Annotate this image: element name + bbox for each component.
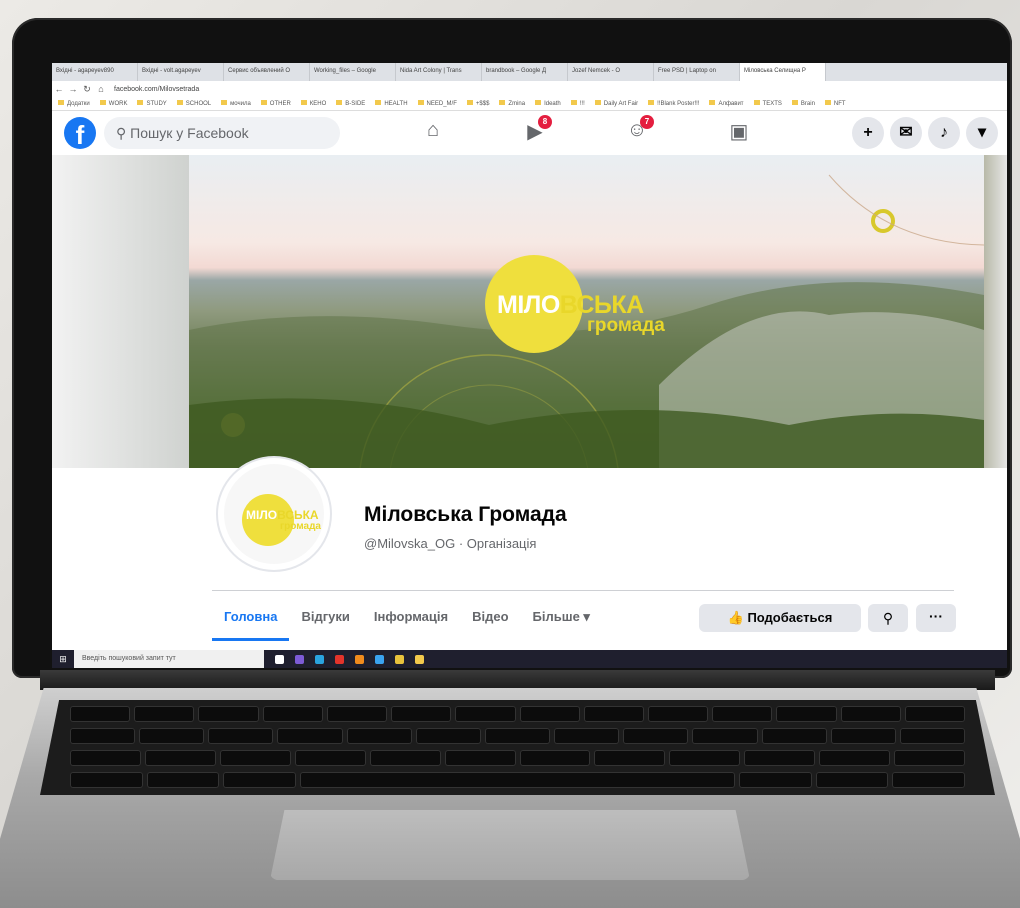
- illustrator-icon[interactable]: [355, 654, 364, 664]
- browser-tab[interactable]: Working_files – Google: [310, 63, 396, 81]
- avatar[interactable]: МІЛОВСЬКА громада: [218, 458, 330, 570]
- reload-icon[interactable]: ↻: [80, 84, 94, 95]
- facebook-header: f ⚲ Пошук у Facebook ⌂ ▶ 8 ☺ 7 ▣ + ✉ ♪ ▾: [52, 111, 1007, 156]
- browser-tab[interactable]: brandbook – Google Д: [482, 63, 568, 81]
- home-icon[interactable]: ⌂: [94, 84, 108, 94]
- avatar-inner: МІЛОВСЬКА громада: [224, 464, 324, 564]
- bookmark[interactable]: !!Blank Poster!!!: [648, 100, 699, 107]
- back-icon[interactable]: ←: [52, 84, 66, 94]
- browser-tab[interactable]: Nida Art Colony | Trans: [396, 63, 482, 81]
- bookmark[interactable]: TEXTS: [754, 100, 782, 107]
- browser-tab-strip: Вхідні - agapeyev890 Вхідні - volt.agape…: [52, 63, 1007, 81]
- facebook-search-input[interactable]: ⚲ Пошук у Facebook: [104, 117, 340, 149]
- laptop-hinge: [40, 670, 995, 690]
- cover-photo[interactable]: МІЛОВСЬКА громада: [189, 155, 984, 468]
- address-bar: ← → ↻ ⌂ facebook.com/Milovsetrada: [52, 81, 1007, 97]
- task-view-icon[interactable]: [275, 654, 284, 664]
- avatar-logo-sub: громада: [280, 521, 321, 532]
- tab-home[interactable]: Головна: [212, 591, 290, 641]
- bookmark[interactable]: SCHOOL: [177, 100, 211, 107]
- url-field[interactable]: facebook.com/Milovsetrada: [114, 86, 199, 93]
- bookmark[interactable]: Ideath: [535, 100, 561, 107]
- viber-icon[interactable]: [295, 654, 304, 664]
- like-button[interactable]: 👍 Подобається: [699, 604, 861, 632]
- windows-start-icon[interactable]: ⊞: [52, 654, 74, 665]
- create-icon[interactable]: +: [852, 117, 884, 149]
- like-button-label: Подобається: [747, 610, 833, 625]
- bookmark[interactable]: +$$$: [467, 100, 490, 107]
- keyboard-row: [40, 772, 995, 788]
- avatar-logo-part1: МІЛО: [246, 508, 278, 522]
- page-search-button[interactable]: ⚲: [868, 604, 908, 632]
- bookmark[interactable]: !!!: [571, 100, 585, 107]
- bookmark[interactable]: WORK: [100, 100, 128, 107]
- bookmark[interactable]: STUDY: [137, 100, 166, 107]
- watch-icon[interactable]: ▶ 8: [520, 115, 552, 145]
- search-icon: ⚲: [116, 125, 127, 141]
- bookmark[interactable]: NEED_M/F: [418, 100, 457, 107]
- bookmark[interactable]: HEALTH: [375, 100, 407, 107]
- taskbar-search-input[interactable]: Введіть пошуковий запит тут: [74, 650, 264, 668]
- folder-icon[interactable]: [415, 654, 424, 664]
- groups-icon[interactable]: ☺ 7: [622, 115, 654, 145]
- browser-tab[interactable]: Сервис объявлений О: [224, 63, 310, 81]
- forward-icon[interactable]: →: [66, 84, 80, 94]
- groups-badge: 7: [640, 115, 654, 129]
- browser-tab[interactable]: Вхідні - volt.agapeyev: [138, 63, 224, 81]
- laptop-bezel: Вхідні - agapeyev890 Вхідні - volt.agape…: [12, 18, 1012, 678]
- tab-more[interactable]: Більше ▾: [521, 591, 602, 641]
- cover-logo-part1: МІЛО: [497, 291, 560, 319]
- bookmark[interactable]: OTHER: [261, 100, 291, 107]
- home-icon[interactable]: ⌂: [418, 119, 448, 145]
- bookmark[interactable]: мочила: [221, 100, 251, 107]
- avatar-logo-part2: ВСЬКА: [277, 508, 319, 522]
- telegram-icon[interactable]: [315, 654, 324, 664]
- opera-icon[interactable]: [335, 654, 344, 664]
- keyboard-row: [40, 706, 995, 722]
- page-title: Міловська Громада: [364, 503, 567, 526]
- windows-taskbar: ⊞ Введіть пошуковий запит тут: [52, 650, 1007, 668]
- browser-tab[interactable]: Вхідні - agapeyev890: [52, 63, 138, 81]
- more-options-button[interactable]: ···: [916, 604, 956, 632]
- notifications-icon[interactable]: ♪: [928, 117, 960, 149]
- bookmark[interactable]: Додатки: [58, 100, 90, 107]
- cover-left-margin: [52, 155, 189, 468]
- bookmark[interactable]: Алфавит: [709, 100, 743, 107]
- page-tabs: Головна Відгуки Інформація Відео Більше …: [212, 591, 602, 641]
- bookmarks-bar: Додатки WORK STUDY SCHOOL мочила OTHER К…: [52, 97, 1007, 111]
- bookmark[interactable]: Daily Art Fair: [595, 100, 638, 107]
- profile-section: МІЛОВСЬКА громада Міловська Громада @Mil…: [52, 458, 1007, 668]
- bookmark[interactable]: КЕНО: [301, 100, 327, 107]
- tab-reviews[interactable]: Відгуки: [289, 591, 361, 641]
- browser-tab[interactable]: Free PSD | Laptop on: [654, 63, 740, 81]
- laptop-screen: Вхідні - agapeyev890 Вхідні - volt.agape…: [52, 63, 1007, 668]
- search-placeholder: Пошук у Facebook: [130, 125, 249, 141]
- browser-tab[interactable]: Jozef Nemcek - О: [568, 63, 654, 81]
- account-menu-icon[interactable]: ▾: [966, 117, 998, 149]
- keyboard-row: [40, 728, 995, 744]
- ellipsis-icon: ···: [929, 608, 943, 624]
- bookmark[interactable]: B-SIDE: [336, 100, 365, 107]
- thumbs-up-icon: 👍: [727, 610, 744, 625]
- keyboard-row: [40, 750, 995, 766]
- laptop-keyboard: [40, 700, 995, 795]
- messenger-icon[interactable]: ✉: [890, 117, 922, 149]
- browser-tab-active[interactable]: Міловська Селищна Р: [740, 63, 826, 81]
- cover-logo-sub: громада: [587, 315, 665, 336]
- gaming-icon[interactable]: ▣: [724, 119, 754, 145]
- facebook-logo[interactable]: f: [64, 117, 96, 150]
- bookmark[interactable]: NFT: [825, 100, 846, 107]
- bookmark[interactable]: Brain: [792, 100, 815, 107]
- bookmark[interactable]: Zmina: [499, 100, 525, 107]
- search-icon: ⚲: [882, 610, 894, 626]
- watch-badge: 8: [538, 115, 552, 129]
- page-handle: @Milovska_OG · Організація: [364, 536, 537, 551]
- chrome-icon[interactable]: [395, 654, 404, 664]
- laptop-trackpad: [270, 810, 750, 880]
- tab-info[interactable]: Інформація: [362, 591, 460, 641]
- cover-right-margin: [984, 155, 1007, 468]
- tab-video[interactable]: Відео: [460, 591, 520, 641]
- avatar-logo-text: МІЛОВСЬКА: [246, 508, 319, 522]
- photoshop-icon[interactable]: [375, 654, 384, 664]
